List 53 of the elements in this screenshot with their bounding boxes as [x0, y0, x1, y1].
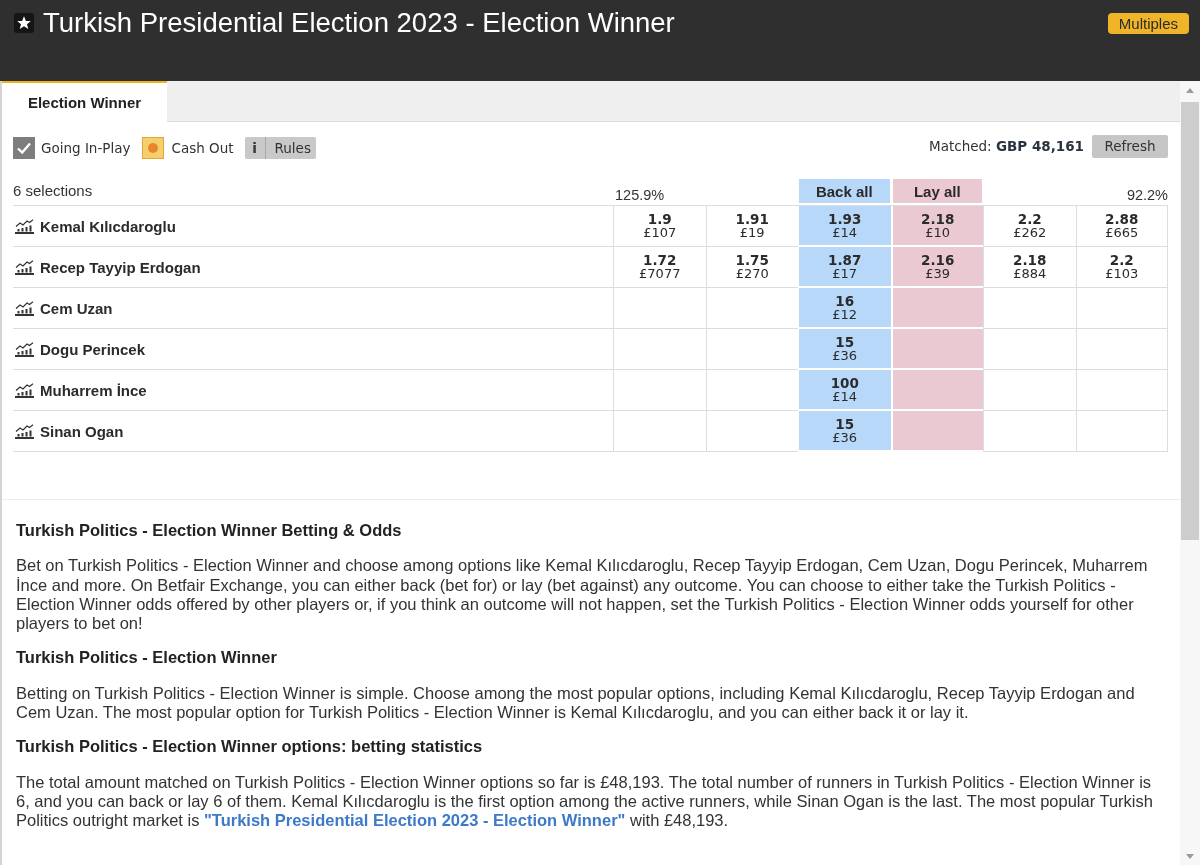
back-odds-button[interactable]: 1.91 £19	[705, 206, 798, 247]
lay-odds-button[interactable]: 2.16 £39	[890, 247, 983, 288]
going-in-play-label[interactable]: Going In-Play	[41, 140, 131, 156]
caret-down-icon[interactable]	[1186, 854, 1194, 859]
chart-icon[interactable]	[15, 382, 34, 398]
checkbox[interactable]	[13, 137, 35, 159]
multiples-button[interactable]: Multiples	[1107, 13, 1189, 34]
chart-icon[interactable]	[15, 259, 34, 275]
lay-odds-button[interactable]: 2.88 £665	[1075, 206, 1168, 247]
caret-up-icon[interactable]	[1186, 88, 1194, 93]
chart-icon[interactable]	[15, 423, 34, 439]
runner-name: Muharrem İnce	[40, 381, 147, 399]
runner-name: Cem Uzan	[40, 299, 113, 317]
lay-odds-button[interactable]: 2.18 £884	[983, 247, 1076, 288]
runner-name: Kemal Kılıcdaroglu	[40, 217, 176, 235]
market-tab[interactable]: Election Winner	[2, 81, 167, 122]
section-heading: Turkish Politics - Election Winner	[16, 648, 278, 668]
back-all-button[interactable]: Back all	[799, 179, 890, 203]
refresh-button[interactable]: Refresh	[1092, 134, 1168, 158]
back-odds-button[interactable]: 15 £36	[798, 411, 891, 452]
lay-odds-button[interactable]: 2.18 £10	[890, 206, 983, 247]
description-paragraph: Betting on Turkish Politics - Election Winner is simple. Choose among the most popular options, including Kemal Kılıcdaroglu, Recep Tayyip Erdogan and Cem Uzan. The most popular option for Turkish Politics - Election Winner is Kemal Kılıcdaroglu, and you can either back it or lay it.	[16, 683, 1136, 723]
description-paragraph: Bet on Turkish Politics - Election Winner and choose among options like Kemal Kılıcdaroglu, Recep Tayyip Erdogan, Cem Uzan, Dogu Perincek, Muharrem İnce and more. On Betfair Exchange, you can either back (bet for) or lay (bet against) any outcome. You can choose to either take the Turkish Politics - Election Winner odds offered by other players or, if you think an outcome will not happen, set the Turkish Politics - Election Winner odds yourself for other players to bet on!	[16, 556, 1149, 634]
rules-button[interactable]: i Rules	[244, 137, 316, 159]
chart-icon[interactable]	[15, 341, 34, 357]
chart-icon[interactable]	[15, 300, 34, 316]
back-odds-button[interactable]: 15 £36	[798, 329, 891, 370]
runner-name: Recep Tayyip Erdogan	[40, 258, 201, 276]
scrollbar-thumb[interactable]	[1181, 102, 1199, 540]
back-odds-button[interactable]: 16 £12	[798, 288, 891, 329]
matched-amount: Matched: GBP 48,161	[929, 138, 1084, 154]
back-odds-button[interactable]: 1.87 £17	[798, 247, 891, 288]
back-odds-button[interactable]: 1.72 £7077	[613, 247, 706, 288]
back-odds-button[interactable]: 1.93 £14	[798, 206, 891, 247]
lay-book-percentage: 92.2%	[1126, 187, 1168, 204]
runner-name: Dogu Perincek	[40, 340, 146, 358]
back-odds-button[interactable]: 100 £14	[798, 370, 891, 411]
section-heading: Turkish Politics - Election Winner options: betting statistics	[16, 737, 484, 757]
market-link[interactable]: "Turkish Presidential Election 2023 - Election Winner"	[204, 811, 626, 830]
back-odds-button[interactable]: 1.9 £107	[613, 206, 706, 247]
lay-odds-button[interactable]: 2.2 £103	[1075, 247, 1168, 288]
market-title: Turkish Presidential Election 2023 - Election Winner	[43, 9, 675, 37]
back-odds-button[interactable]: 1.75 £270	[705, 247, 798, 288]
scrollbar[interactable]	[1180, 81, 1200, 865]
back-book-percentage: 125.9%	[615, 187, 665, 204]
cash-out-label: Cash Out	[171, 140, 234, 156]
runner-name: Sinan Ogan	[40, 422, 124, 440]
lay-all-button[interactable]: Lay all	[892, 179, 982, 203]
selections-count: 6 selections	[13, 182, 93, 199]
description-paragraph: The total amount matched on Turkish Politics - Election Winner options so far is £48,193. The total number of runners in Turkish Politics - Election Winner is 6, and you can back or lay 6 of them. Kemal Kılıcdaroglu is the first option among the active runners, while Sinan Ogan is the last. The most popular Turkish Politics outright market is "Turkish Presidential Election 2023 - Election Winner" with £48,193.	[16, 772, 1154, 831]
chart-icon[interactable]	[15, 218, 34, 234]
lay-odds-button[interactable]: 2.2 £262	[983, 206, 1076, 247]
section-heading: Turkish Politics - Election Winner Betting & Odds	[16, 521, 403, 541]
